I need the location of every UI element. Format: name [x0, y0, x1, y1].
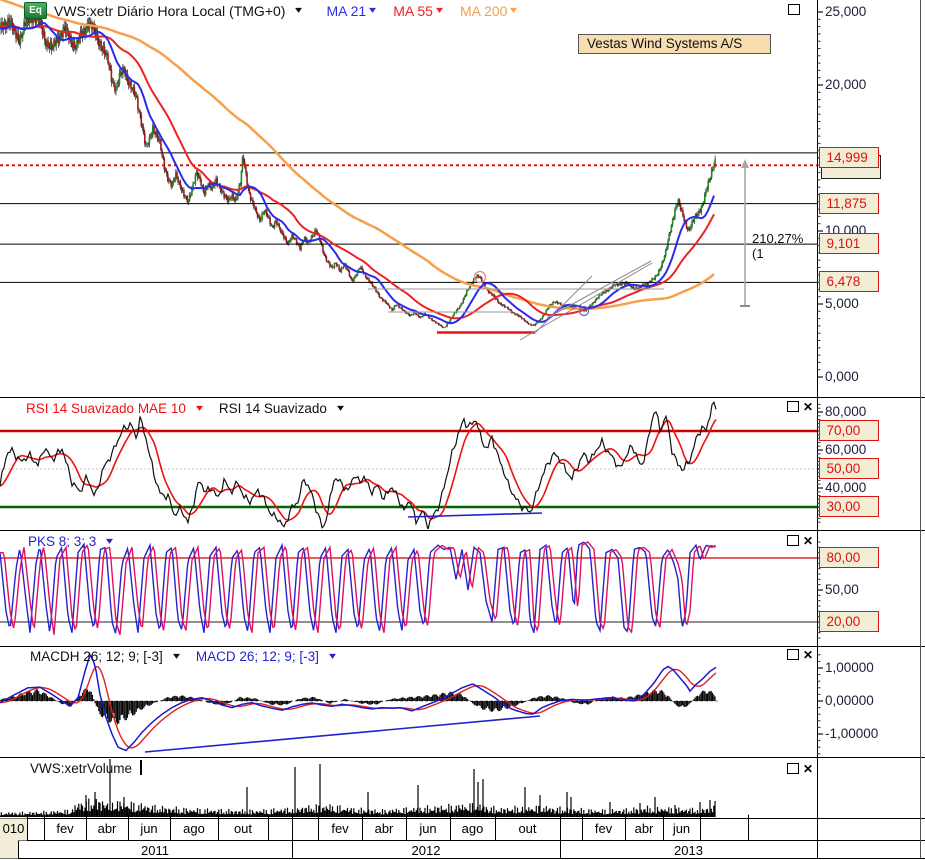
- pks-panel-header: PKS 8; 3; 3 ▾: [28, 534, 113, 549]
- timeline-month-label: abr: [374, 820, 394, 836]
- price-level-label: 9,101: [818, 233, 879, 255]
- pks-axis-label: 50,00: [825, 582, 859, 597]
- pks-window-buttons: ✕: [787, 535, 813, 547]
- rsi-title[interactable]: RSI 14 Suavizado: [219, 401, 327, 416]
- pks-level-label: 20,00: [818, 611, 879, 632]
- rsi-window-buttons: ✕: [787, 401, 813, 413]
- price-axis-label: 25,000: [825, 4, 867, 19]
- macd-window-buttons: ✕: [787, 649, 813, 661]
- price-axis-label: 20,000: [825, 77, 867, 92]
- timeline-month-label: jun: [419, 820, 437, 836]
- macd-axis-label: 1,00000: [825, 660, 874, 675]
- timeline-month-label: out: [233, 820, 253, 836]
- timeline-month-label: fev: [594, 820, 613, 836]
- close-icon[interactable]: ✕: [803, 763, 813, 775]
- timeline-year-label: 2012: [411, 842, 441, 858]
- rsi-level-label: 30,00: [818, 496, 879, 517]
- price-axis-label: 5,000: [825, 296, 859, 311]
- chevron-down-icon[interactable]: ▾: [510, 5, 517, 16]
- main-window-buttons: [788, 4, 800, 15]
- volume-panel-header: VWS:xetrVolume: [30, 761, 132, 776]
- rsi-axis-label: 60,000: [825, 442, 867, 457]
- pks-title[interactable]: PKS 8; 3; 3: [28, 534, 96, 549]
- macdh-title[interactable]: MACDH 26; 12; 9; [-3]: [30, 649, 163, 664]
- close-icon[interactable]: ✕: [803, 535, 813, 547]
- rsi-panel-header: RSI 14 Suavizado MAE 10 ▾ RSI 14 Suaviza…: [26, 401, 344, 416]
- timeline-year-label: 2013: [674, 842, 703, 858]
- ma-indicator-ma-21[interactable]: MA 21: [326, 3, 366, 19]
- maximize-icon[interactable]: [787, 763, 799, 774]
- timeline-month-label: abr: [634, 820, 654, 836]
- chevron-down-icon[interactable]: ▾: [369, 5, 376, 16]
- rsi-level-label: 70,00: [818, 420, 879, 441]
- chevron-down-icon[interactable]: ▾: [329, 651, 336, 662]
- timeline-month-label: fev: [56, 820, 74, 836]
- measure-annotation: 210,27%(1: [752, 231, 804, 261]
- macd-title[interactable]: MACD 26; 12; 9; [-3]: [196, 649, 319, 664]
- macd-panel-header: MACDH 26; 12; 9; [-3] ▾ MACD 26; 12; 9; …: [30, 649, 336, 664]
- close-icon[interactable]: ✕: [803, 401, 813, 413]
- macd-axis-label: 0,00000: [825, 693, 874, 708]
- instrument-tooltip: Vestas Wind Systems A/S: [578, 34, 771, 54]
- price-level-label: 14,999: [818, 147, 879, 168]
- chart-application: Eq VWS:xetr Diário Hora Local (TMG+0) ▾ …: [0, 0, 925, 860]
- chevron-down-icon[interactable]: ▾: [173, 651, 180, 662]
- ma-legend: MA 21 ▾ MA 55 ▾ MA 200 ▾: [308, 3, 517, 19]
- maximize-icon[interactable]: [788, 4, 800, 15]
- timeline-month-label: ago: [461, 820, 484, 836]
- volume-title[interactable]: VWS:xetrVolume: [30, 761, 132, 776]
- timeline-year-label: 2011: [141, 842, 169, 858]
- maximize-icon[interactable]: [787, 535, 799, 546]
- chevron-down-icon[interactable]: ▾: [196, 403, 203, 414]
- timeline-month-label: fev: [331, 820, 349, 836]
- timeline-month-label: out: [518, 820, 537, 836]
- timeline-month-label: ago: [183, 820, 205, 836]
- pks-level-label: 80,00: [818, 547, 879, 568]
- close-icon[interactable]: ✕: [803, 649, 813, 661]
- timeline-month-label: 010: [2, 820, 25, 836]
- timeline-month-label: jun: [140, 820, 158, 836]
- timeline-month-label: abr: [97, 820, 117, 836]
- price-axis-label: 0,000: [825, 369, 859, 384]
- ma-indicator-ma-55[interactable]: MA 55: [393, 3, 433, 19]
- maximize-icon[interactable]: [787, 649, 799, 660]
- instrument-title[interactable]: VWS:xetr Diário Hora Local (TMG+0): [54, 3, 285, 19]
- text-cursor: [140, 760, 142, 775]
- macd-axis-label: -1,00000: [825, 726, 879, 741]
- rsi-level-label: 50,00: [818, 458, 879, 479]
- price-level-label: 6,478: [818, 271, 879, 293]
- equity-badge-icon: Eq: [24, 2, 47, 19]
- main-chart-header: Eq VWS:xetr Diário Hora Local (TMG+0) ▾ …: [24, 2, 517, 19]
- rsi-axis-label: 80,000: [825, 404, 867, 419]
- chevron-down-icon[interactable]: ▾: [337, 403, 344, 414]
- chart-canvas[interactable]: [0, 0, 925, 860]
- chevron-down-icon[interactable]: ▾: [295, 5, 302, 16]
- maximize-icon[interactable]: [787, 401, 799, 412]
- ma-indicator-ma-200[interactable]: MA 200: [460, 3, 507, 19]
- price-level-label: 11,875: [818, 192, 879, 214]
- rsi-axis-label: 40,000: [825, 480, 867, 495]
- chevron-down-icon[interactable]: ▾: [106, 536, 113, 547]
- rsi-smoothed-title[interactable]: RSI 14 Suavizado MAE 10: [26, 401, 186, 416]
- volume-window-buttons: ✕: [787, 763, 813, 775]
- chevron-down-icon[interactable]: ▾: [436, 5, 443, 16]
- timeline-month-label: jun: [672, 820, 691, 836]
